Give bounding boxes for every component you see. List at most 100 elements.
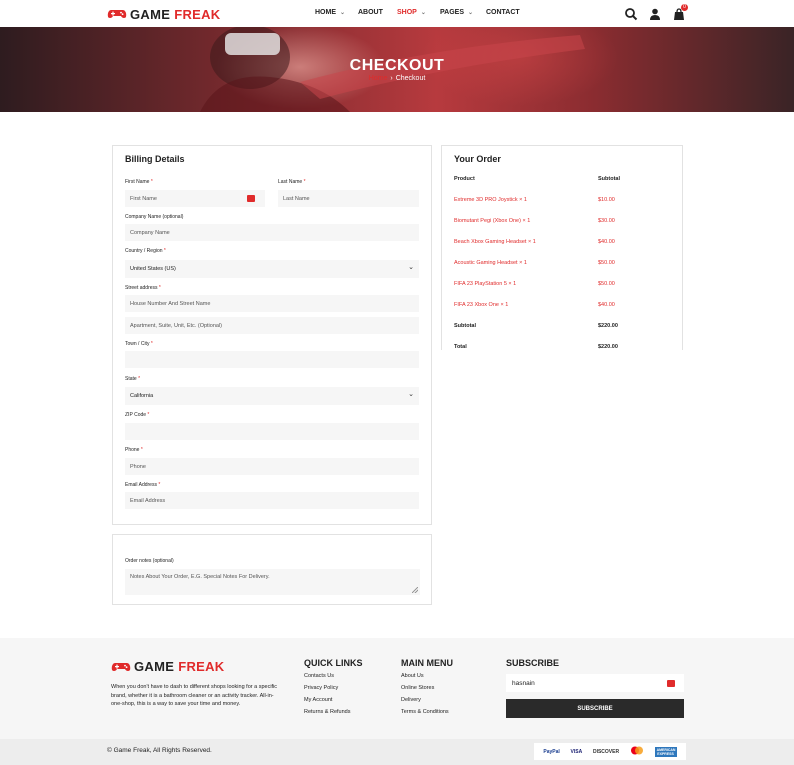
order-summary: Your Order Product Subtotal Extreme 3D P… [441,145,683,350]
first-name-field[interactable]: First Name [125,190,265,207]
email-field[interactable]: Email Address [125,492,419,509]
street-label: Street address * [125,285,161,291]
nav-pages-label: PAGES [440,9,464,16]
company-field[interactable]: Company Name [125,224,419,241]
zip-label-text: ZIP Code [125,412,147,418]
billing-details-form: Billing Details First Name * First Name … [112,145,432,525]
required-asterisk: * [150,341,153,347]
order-item-name[interactable]: FIFA 23 Xbox One × 1 [454,302,508,308]
city-field[interactable] [125,351,419,368]
copyright: © Game Freak, All Rights Reserved. [107,747,212,754]
billing-title: Billing Details [125,154,185,164]
zip-field[interactable] [125,423,419,440]
required-asterisk: * [138,376,141,382]
subscribe-button[interactable]: SUBSCRIBE [506,699,684,718]
gamepad-icon [111,662,131,671]
order-notes-label: Order notes (optional) [125,558,174,564]
nav-home[interactable]: HOME ⌄ [315,9,345,16]
order-item-price: $50.00 [598,281,615,287]
required-asterisk: * [150,179,153,185]
city-label-text: Town / City [125,341,150,347]
main-menu-title: MAIN MENU [401,658,453,668]
order-item-row: Beach Xbox Gaming Headset × 1 $40.00 [454,239,672,249]
order-notes-placeholder: Notes About Your Order, E.G. Special Not… [130,574,270,580]
country-select[interactable]: United States (US) [125,260,419,278]
email-label: Email Address * [125,482,160,488]
resize-handle-icon[interactable] [412,587,418,593]
autofill-icon[interactable] [667,680,675,687]
col-product: Product [454,176,475,182]
phone-field[interactable]: Phone [125,458,419,475]
order-notes-box: Order notes (optional) Notes About Your … [112,534,432,605]
footer-link[interactable]: Returns & Refunds [304,709,350,715]
nav-contact-label: CONTACT [486,9,520,16]
street-placeholder-2: Apartment, Suite, Unit, Etc. (Optional) [130,322,223,329]
country-value: United States (US) [130,266,176,272]
footer-link[interactable]: Privacy Policy [304,685,338,691]
order-item-row: FIFA 23 PlayStation 5 × 1 $50.00 [454,281,672,291]
footer-link[interactable]: Terms & Conditions [401,709,449,715]
footer-link[interactable]: Contacts Us [304,673,334,679]
footer-link[interactable]: Delivery [401,697,421,703]
order-subtotal-row: Subtotal $220.00 [454,323,672,333]
city-label: Town / City * [125,341,153,347]
last-name-field[interactable]: Last Name [278,190,419,207]
search-icon[interactable] [624,7,638,21]
quick-links-title: QUICK LINKS [304,658,363,668]
total-value: $220.00 [598,344,618,350]
email-placeholder: Email Address [130,497,166,504]
street-label-text: Street address [125,285,158,291]
footer-logo[interactable]: GAME FREAK [111,659,224,674]
zip-label: ZIP Code * [125,412,149,418]
last-name-placeholder: Last Name [283,195,310,202]
street-address-field[interactable]: House Number And Street Name [125,295,419,312]
street-address-2-field[interactable]: Apartment, Suite, Unit, Etc. (Optional) [125,317,419,334]
email-label-text: Email Address [125,482,157,488]
col-subtotal: Subtotal [598,176,620,182]
state-select[interactable]: California [125,387,419,405]
subscribe-title: SUBSCRIBE [506,658,560,668]
nav-contact[interactable]: CONTACT [486,9,520,16]
logo-word-game: GAME [134,659,175,674]
nav-about[interactable]: ABOUT [358,9,383,16]
company-placeholder: Company Name [130,229,170,236]
nav-shop[interactable]: SHOP ⌄ [397,9,426,16]
footer-link[interactable]: My Account [304,697,332,703]
order-item-name[interactable]: Acoustic Gaming Headset × 1 [454,260,527,266]
order-item-row: Acoustic Gaming Headset × 1 $50.00 [454,260,672,270]
cart-count-badge: 0 [681,4,688,11]
order-total-row: Total $220.00 [454,344,672,350]
nav-pages[interactable]: PAGES ⌄ [440,9,473,16]
order-item-name[interactable]: Extreme 3D PRO Joystick × 1 [454,197,527,203]
order-item-name[interactable]: FIFA 23 PlayStation 5 × 1 [454,281,516,287]
subscribe-input-value: hasnain [512,679,535,687]
subtotal-label: Subtotal [454,323,476,329]
autofill-icon[interactable] [247,195,255,202]
order-item-price: $50.00 [598,260,615,266]
total-label: Total [454,344,467,350]
breadcrumb-home[interactable]: Home [369,75,388,82]
discover-icon: DISCOVER [592,748,620,755]
user-icon[interactable] [648,7,662,21]
first-name-label-text: First Name [125,179,150,185]
footer-link[interactable]: About Us [401,673,424,679]
subscribe-email-input[interactable]: hasnain [506,674,684,692]
order-item-price: $30.00 [598,218,615,224]
required-asterisk: * [140,447,143,453]
order-item-price: $10.00 [598,197,615,203]
order-notes-textarea[interactable]: Notes About Your Order, E.G. Special Not… [125,569,420,595]
breadcrumb: Home › Checkout [0,75,794,82]
footer-link[interactable]: Online Stores [401,685,434,691]
first-name-placeholder: First Name [130,195,157,202]
mastercard-icon [630,746,644,757]
nav-home-label: HOME [315,9,336,16]
phone-placeholder: Phone [130,463,146,470]
required-asterisk: * [163,248,166,254]
logo-word-freak: FREAK [178,659,225,674]
required-asterisk: * [158,285,161,291]
footer-description: When you don't have to dash to different… [111,684,278,708]
hero-banner: CHECKOUT Home › Checkout [0,27,794,112]
nav-shop-label: SHOP [397,9,417,16]
order-item-name[interactable]: Beach Xbox Gaming Headset × 1 [454,239,536,245]
order-item-name[interactable]: Biomutant Pegi (Xbox One) × 1 [454,218,530,224]
